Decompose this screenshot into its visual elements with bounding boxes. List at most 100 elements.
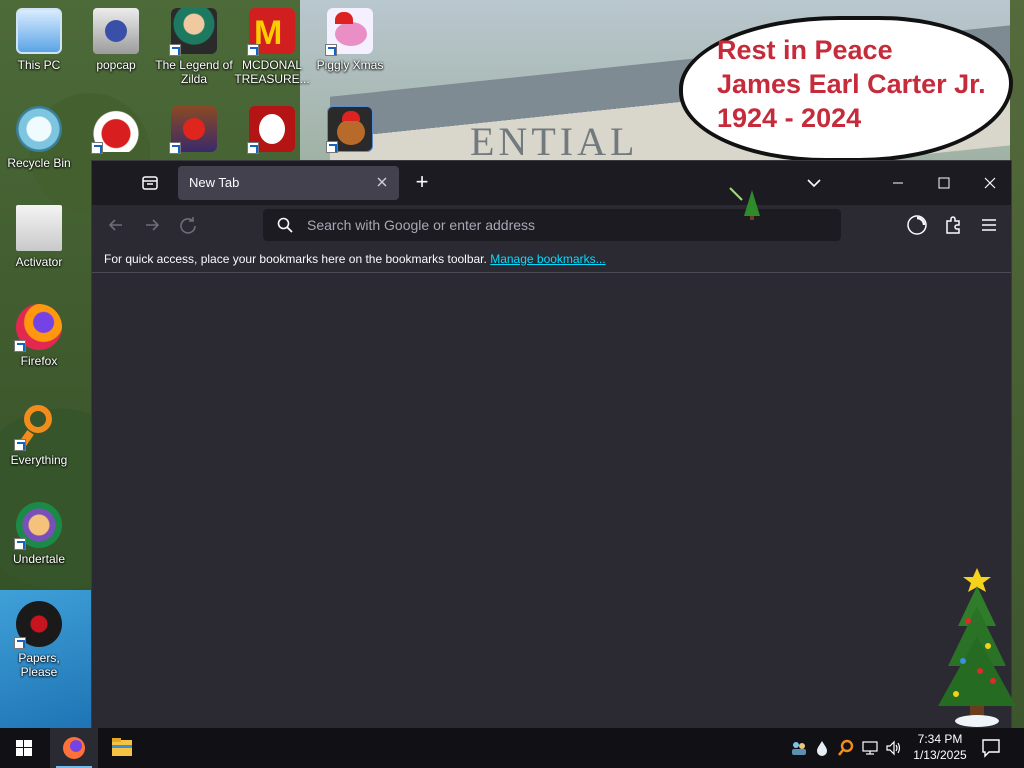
desktop-icon-papers-please[interactable]: Papers, Please	[0, 601, 78, 679]
action-center-button[interactable]	[978, 736, 1004, 760]
desktop-icon-label: popcap	[96, 58, 136, 72]
reload-icon	[180, 217, 196, 234]
firefox-icon	[14, 304, 62, 352]
bookmarks-toolbar-message: For quick access, place your bookmarks h…	[104, 252, 606, 266]
undertale-icon	[14, 502, 62, 550]
taskbar-firefox[interactable]	[50, 728, 98, 768]
system-clock[interactable]: 7:34 PM 1/13/2025	[905, 731, 975, 763]
christmas-tree-decoration	[938, 568, 1016, 727]
desktop-icon-label: Papers, Please	[18, 651, 60, 679]
desktop-icon-label: This PC	[17, 58, 61, 72]
shortcut-arrow-icon	[14, 439, 26, 451]
firefox-view-icon	[142, 176, 158, 190]
desktop-icon-popcap[interactable]: popcap	[77, 8, 155, 72]
activator-icon	[16, 205, 62, 251]
firefox-view-button[interactable]	[140, 173, 160, 193]
tab-new-tab[interactable]: New Tab	[178, 166, 399, 200]
app-menu-button[interactable]	[977, 213, 1001, 237]
clock-date: 1/13/2025	[913, 748, 967, 762]
volume-icon[interactable]	[885, 739, 903, 757]
snowman-icon	[247, 106, 295, 154]
everything-search-icon	[14, 403, 62, 451]
desktop-icon-recycle-bin[interactable]: Recycle Bin	[0, 106, 78, 170]
shortcut-arrow-icon	[247, 44, 259, 56]
shortcut-arrow-icon	[247, 142, 259, 154]
people-icon[interactable]	[790, 739, 808, 757]
desktop-icon-activator[interactable]: Activator	[0, 205, 78, 269]
desktop-icon-legend-of-zilda[interactable]: The Legend of Zilda	[155, 8, 233, 86]
manage-bookmarks-link[interactable]: Manage bookmarks...	[490, 252, 605, 266]
firefox-window: New Tab + Search with Google or enter ad…	[91, 160, 1012, 729]
desktop-icon-snowman[interactable]	[233, 106, 311, 154]
piggly-xmas-icon	[325, 8, 373, 56]
close-icon	[377, 177, 387, 187]
desktop-icon-label: Recycle Bin	[7, 156, 71, 170]
desktop-icon-label: The Legend of Zilda	[155, 58, 233, 86]
reload-button[interactable]	[176, 213, 200, 237]
new-tab-button[interactable]: +	[410, 171, 434, 195]
taskbar-file-explorer[interactable]	[98, 728, 146, 768]
christmas-tree-cursor-icon	[729, 187, 760, 220]
bubble-line-1: Rest in Peace	[717, 35, 893, 65]
desktop-icon-piggly-xmas[interactable]: Piggly Xmas	[311, 8, 389, 72]
shortcut-arrow-icon	[325, 44, 337, 56]
shortcut-arrow-icon	[14, 538, 26, 550]
shortcut-arrow-icon	[326, 141, 338, 153]
chevron-down-icon	[807, 179, 821, 188]
shortcut-arrow-icon	[169, 44, 181, 56]
shortcut-arrow-icon	[14, 340, 26, 352]
back-arrow-icon	[108, 219, 122, 231]
legend-of-zilda-icon	[169, 8, 217, 56]
search-icon	[277, 217, 293, 233]
recycle-bin-icon	[16, 106, 62, 152]
desktop-icon-mcdonald-treasure[interactable]: M MCDONAL TREASURE...	[233, 8, 311, 86]
bookmarks-toolbar: For quick access, place your bookmarks h…	[92, 245, 1011, 273]
start-button[interactable]	[0, 728, 48, 768]
bookmarks-hint-text: For quick access, place your bookmarks h…	[104, 252, 487, 266]
account-icon	[907, 215, 927, 235]
taskbar: 7:34 PM 1/13/2025	[0, 728, 1024, 768]
maximize-icon	[938, 177, 950, 189]
desktop-icon-angry-birds-seasons[interactable]	[155, 106, 233, 154]
desktop-icon-everything[interactable]: Everything	[0, 403, 78, 467]
desktop-icon-label: Everything	[10, 453, 68, 467]
memorial-speech-bubble: Rest in Peace James Earl Carter Jr. 1924…	[679, 16, 1013, 162]
desktop-icon-label: Activator	[15, 255, 63, 269]
desktop-icon-label: Piggly Xmas	[316, 58, 384, 72]
list-all-tabs-button[interactable]	[804, 173, 824, 193]
close-window-button[interactable]	[967, 167, 1013, 199]
forward-button[interactable]	[140, 213, 164, 237]
forward-arrow-icon	[146, 219, 160, 231]
account-button[interactable]	[905, 213, 929, 237]
page-content-area[interactable]	[92, 273, 1011, 729]
angry-birds-seasons-icon	[169, 106, 217, 154]
desktop-icon-chicken-invaders[interactable]	[77, 106, 155, 154]
desktop-icon-teddy-bear[interactable]	[311, 106, 389, 153]
extensions-button[interactable]	[941, 213, 965, 237]
navigation-toolbar	[92, 205, 1011, 245]
papers-please-icon	[14, 601, 62, 649]
wallpaper-building-lettering: ENTIAL	[470, 119, 639, 164]
minimize-icon	[893, 182, 903, 184]
desktop-icon-label: MCDONAL TREASURE...	[234, 58, 310, 86]
this-pc-icon	[16, 8, 62, 54]
popcap-icon	[93, 8, 139, 54]
firefox-icon	[63, 737, 85, 759]
desktop-icon-firefox[interactable]: Firefox	[0, 304, 78, 368]
file-explorer-icon	[112, 738, 132, 756]
bubble-line-3: 1924 - 2024	[717, 103, 862, 133]
minimize-button[interactable]	[875, 167, 921, 199]
desktop-icon-undertale[interactable]: Undertale	[0, 502, 78, 566]
desktop-icon-label: Undertale	[12, 552, 66, 566]
desktop-icon-this-pc[interactable]: This PC	[0, 8, 78, 72]
browser-titlebar[interactable]: New Tab +	[92, 161, 1011, 205]
tab-close-button[interactable]	[373, 174, 391, 192]
everything-search-icon[interactable]	[837, 739, 855, 757]
maximize-button[interactable]	[921, 167, 967, 199]
back-button[interactable]	[104, 213, 128, 237]
water-drop-icon[interactable]	[813, 739, 831, 757]
notification-icon	[982, 739, 1000, 758]
network-icon[interactable]	[861, 739, 879, 757]
bubble-line-2: James Earl Carter Jr.	[717, 69, 986, 99]
chicken-invaders-icon	[91, 106, 139, 154]
